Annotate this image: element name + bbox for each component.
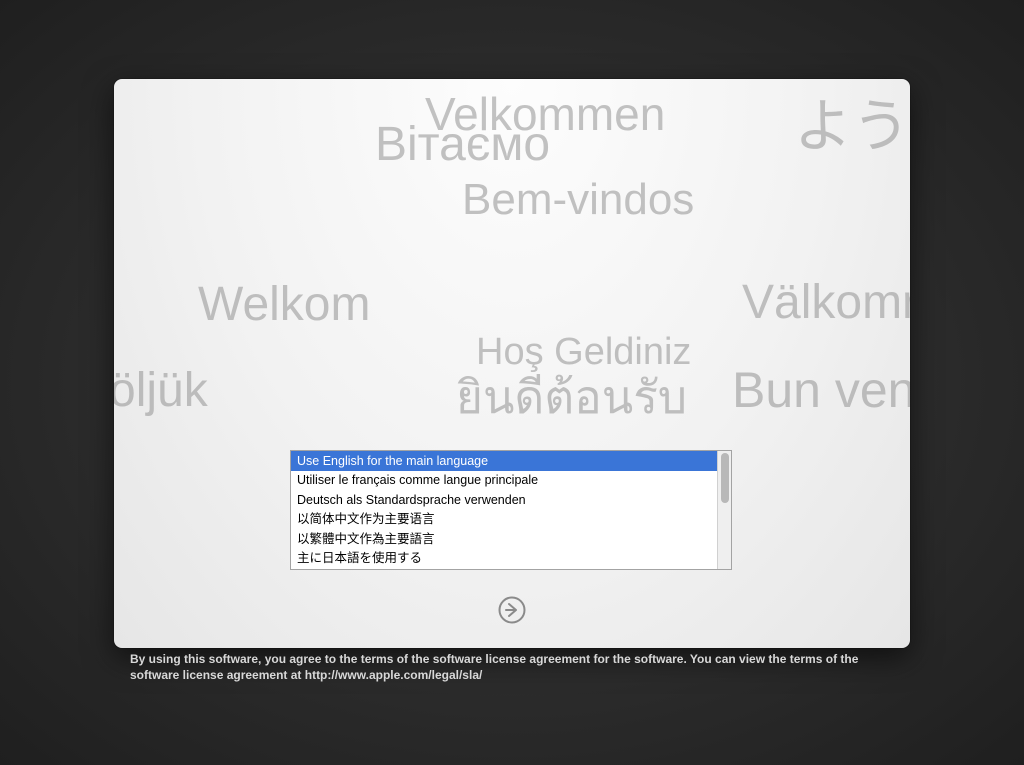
- scrollbar[interactable]: [717, 451, 731, 569]
- scrollbar-thumb[interactable]: [721, 453, 729, 503]
- welcome-word: Bem-vindos: [462, 175, 694, 225]
- welcome-word: Welkom: [198, 277, 370, 332]
- welcome-word: öljük: [114, 363, 208, 418]
- list-item[interactable]: 以繁體中文作為主要語言: [291, 529, 717, 549]
- welcome-word: Välkomr: [742, 275, 910, 330]
- legal-text: By using this software, you agree to the…: [130, 651, 910, 683]
- list-item[interactable]: Usar español como idioma principal: [291, 568, 717, 569]
- welcome-word: ようこ: [794, 79, 910, 163]
- list-item[interactable]: 主に日本語を使用する: [291, 549, 717, 569]
- list-item[interactable]: Utiliser le français comme langue princi…: [291, 471, 717, 491]
- welcome-panel: VelkommenようこВітаємоBem-vindosWelkomVälko…: [114, 79, 910, 648]
- welcome-word: Вітаємо: [375, 117, 550, 172]
- list-item[interactable]: Use English for the main language: [291, 451, 717, 471]
- list-item[interactable]: 以简体中文作为主要语言: [291, 510, 717, 530]
- welcome-word: Bun ven: [732, 361, 910, 419]
- arrow-right-circle-icon: [497, 595, 527, 625]
- language-listbox[interactable]: Use English for the main language Utilis…: [290, 450, 732, 570]
- next-button[interactable]: [496, 594, 528, 626]
- welcome-word: ยินดีต้อนรับ: [456, 361, 687, 434]
- language-list-viewport: Use English for the main language Utilis…: [291, 451, 717, 569]
- list-item[interactable]: Deutsch als Standardsprache verwenden: [291, 490, 717, 510]
